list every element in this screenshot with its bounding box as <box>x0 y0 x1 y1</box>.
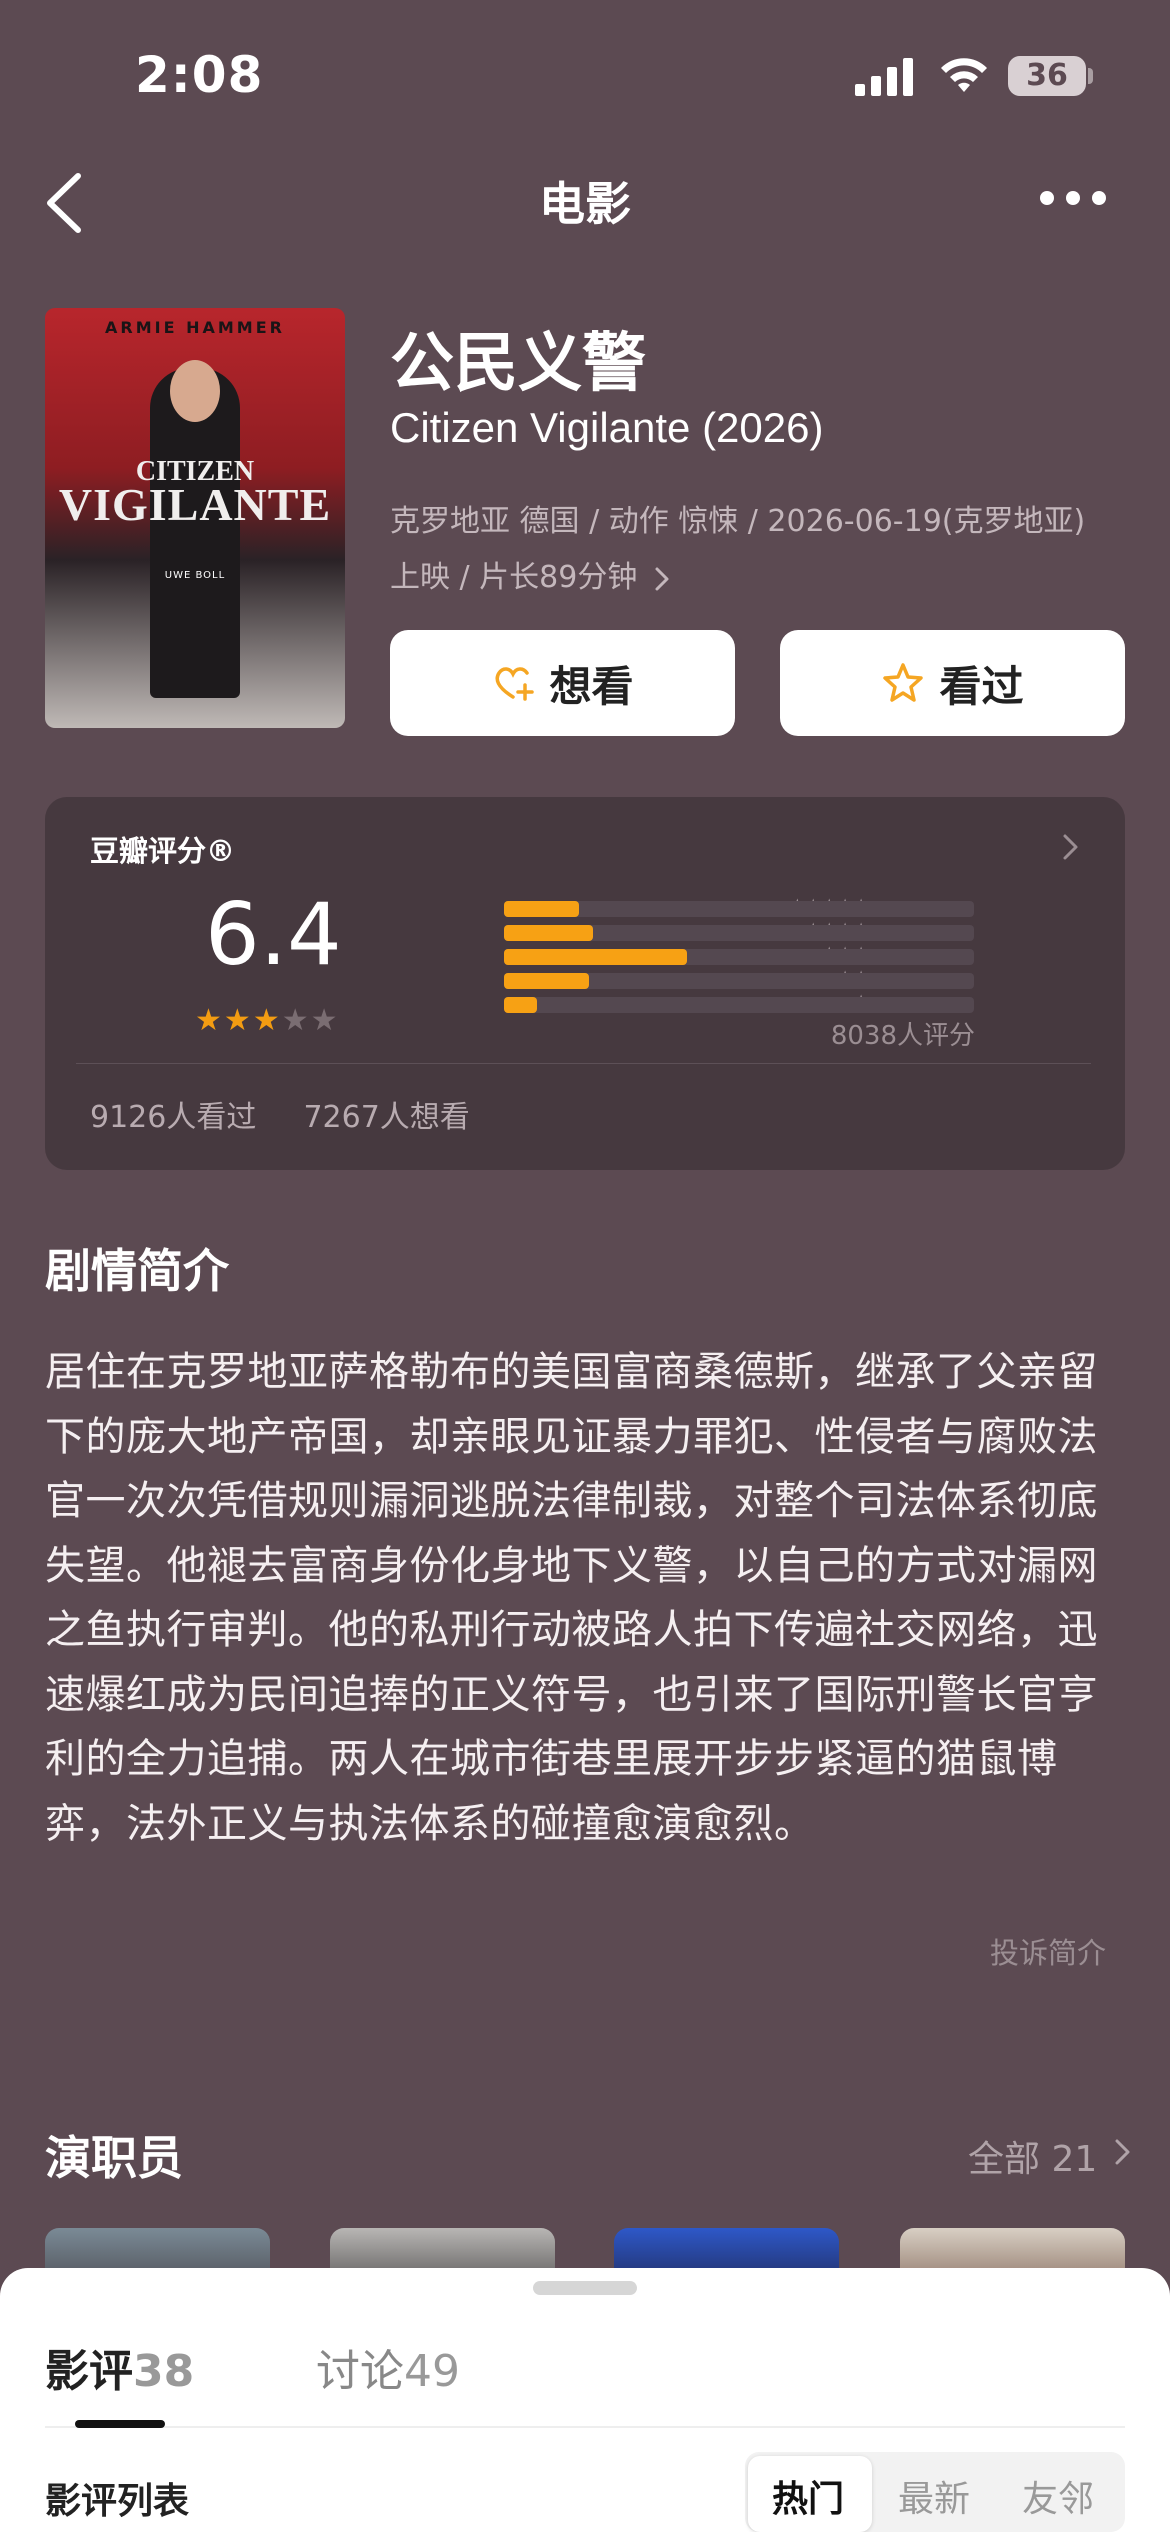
wifi-icon <box>941 58 987 92</box>
watched-label: 看过 <box>939 661 1024 711</box>
sheet-handle[interactable] <box>533 2281 637 2295</box>
tab-discussions-count: 49 <box>404 2346 460 2397</box>
synopsis-title: 剧情简介 <box>45 1244 229 1298</box>
more-options-icon[interactable] <box>1040 180 1120 216</box>
movie-title-en: Citizen Vigilante (2026) <box>390 404 824 451</box>
rating-star-4: ★ <box>281 1003 311 1038</box>
synopsis-body: 居住在克罗地亚萨格勒布的美国富商桑德斯，继承了父亲留下的庞大地产帝国，却亲眼见证… <box>45 1349 1098 1847</box>
sort-friends[interactable]: 友邻 <box>1022 2470 1094 2522</box>
sheet-divider <box>45 2426 1125 2428</box>
distribution-bar-4 <box>504 925 594 941</box>
battery-tip <box>1088 68 1093 84</box>
star-outline-icon <box>883 663 924 702</box>
movie-meta-text: 克罗地亚 德国 / 动作 惊悚 / 2026-06-19(克罗地亚) 上映 / … <box>390 504 1086 595</box>
heart-plus-icon <box>495 667 535 701</box>
rating-star-1: ★ <box>195 1003 224 1038</box>
battery-indicator: 36 <box>1008 56 1086 96</box>
tab-reviews-label: 影评 <box>45 2346 133 2397</box>
report-synopsis-link[interactable]: 投诉简介 <box>990 1930 1106 1972</box>
distribution-row-5: ★★★★★ <box>380 894 980 920</box>
distribution-bar-3 <box>504 949 688 965</box>
rating-label: 豆瓣评分® <box>90 834 236 868</box>
cast-title: 演职员 <box>45 2131 183 2185</box>
sort-latest[interactable]: 最新 <box>898 2470 970 2522</box>
tab-discussions-label: 讨论 <box>316 2346 404 2397</box>
distribution-row-4: ★★★★ <box>380 918 980 944</box>
watched-button[interactable]: 看过 <box>780 630 1125 736</box>
cast-all-link[interactable]: 全部 21 <box>968 2130 1097 2182</box>
distribution-bar-5 <box>504 901 580 917</box>
want-count: 7267人想看 <box>303 1100 470 1135</box>
sort-hot[interactable]: 热门 <box>772 2470 844 2522</box>
tab-reviews-count: 38 <box>133 2346 195 2397</box>
movie-poster[interactable]: ARMIE HAMMER CITIZEN VIGILANTE UWE BOLL <box>45 308 345 728</box>
cellular-signal-icon <box>855 58 913 96</box>
distribution-bar-1 <box>504 997 537 1013</box>
rating-stars: ★★★★★ <box>195 1003 340 1038</box>
rating-total: 8038人评分 <box>830 1021 975 1051</box>
distribution-row-2: ★★ <box>380 966 980 992</box>
rating-star-3: ★ <box>252 1003 282 1038</box>
distribution-row-3: ★★★ <box>380 942 980 968</box>
cast-chevron-icon[interactable] <box>1113 2136 1133 2168</box>
distribution-bar-2 <box>504 973 589 989</box>
rating-star-2: ★ <box>223 1003 253 1038</box>
status-time: 2:08 <box>135 46 264 104</box>
tab-reviews[interactable]: 影评38 <box>45 2335 194 2399</box>
page-title: 电影 <box>539 177 631 231</box>
poster-title-line2: VIGILANTE <box>58 479 332 530</box>
want-to-watch-button[interactable]: 想看 <box>390 630 735 736</box>
card-divider <box>76 1063 1091 1064</box>
tab-discussions[interactable]: 讨论49 <box>316 2335 460 2399</box>
rating-score: 6.4 <box>205 885 342 985</box>
review-list-title: 影评列表 <box>45 2481 190 2522</box>
poster-head <box>170 360 220 422</box>
active-tab-indicator <box>75 2420 165 2428</box>
want-to-watch-label: 想看 <box>549 661 634 711</box>
movie-title-cn: 公民义警 <box>390 327 646 401</box>
poster-actor-credit: ARMIE HAMMER <box>105 318 285 337</box>
watch-counts: 9126人看过 7267人想看 <box>90 1092 470 1136</box>
rating-chevron-icon <box>1063 834 1078 860</box>
meta-chevron-icon <box>655 567 669 590</box>
seen-count: 9126人看过 <box>90 1100 257 1135</box>
distribution-row-1: ★ <box>380 990 980 1016</box>
movie-meta[interactable]: 克罗地亚 德国 / 动作 惊悚 / 2026-06-19(克罗地亚) 上映 / … <box>390 494 1120 606</box>
rating-star-5: ★ <box>310 1003 340 1038</box>
poster-director-credit: UWE BOLL <box>164 570 226 581</box>
